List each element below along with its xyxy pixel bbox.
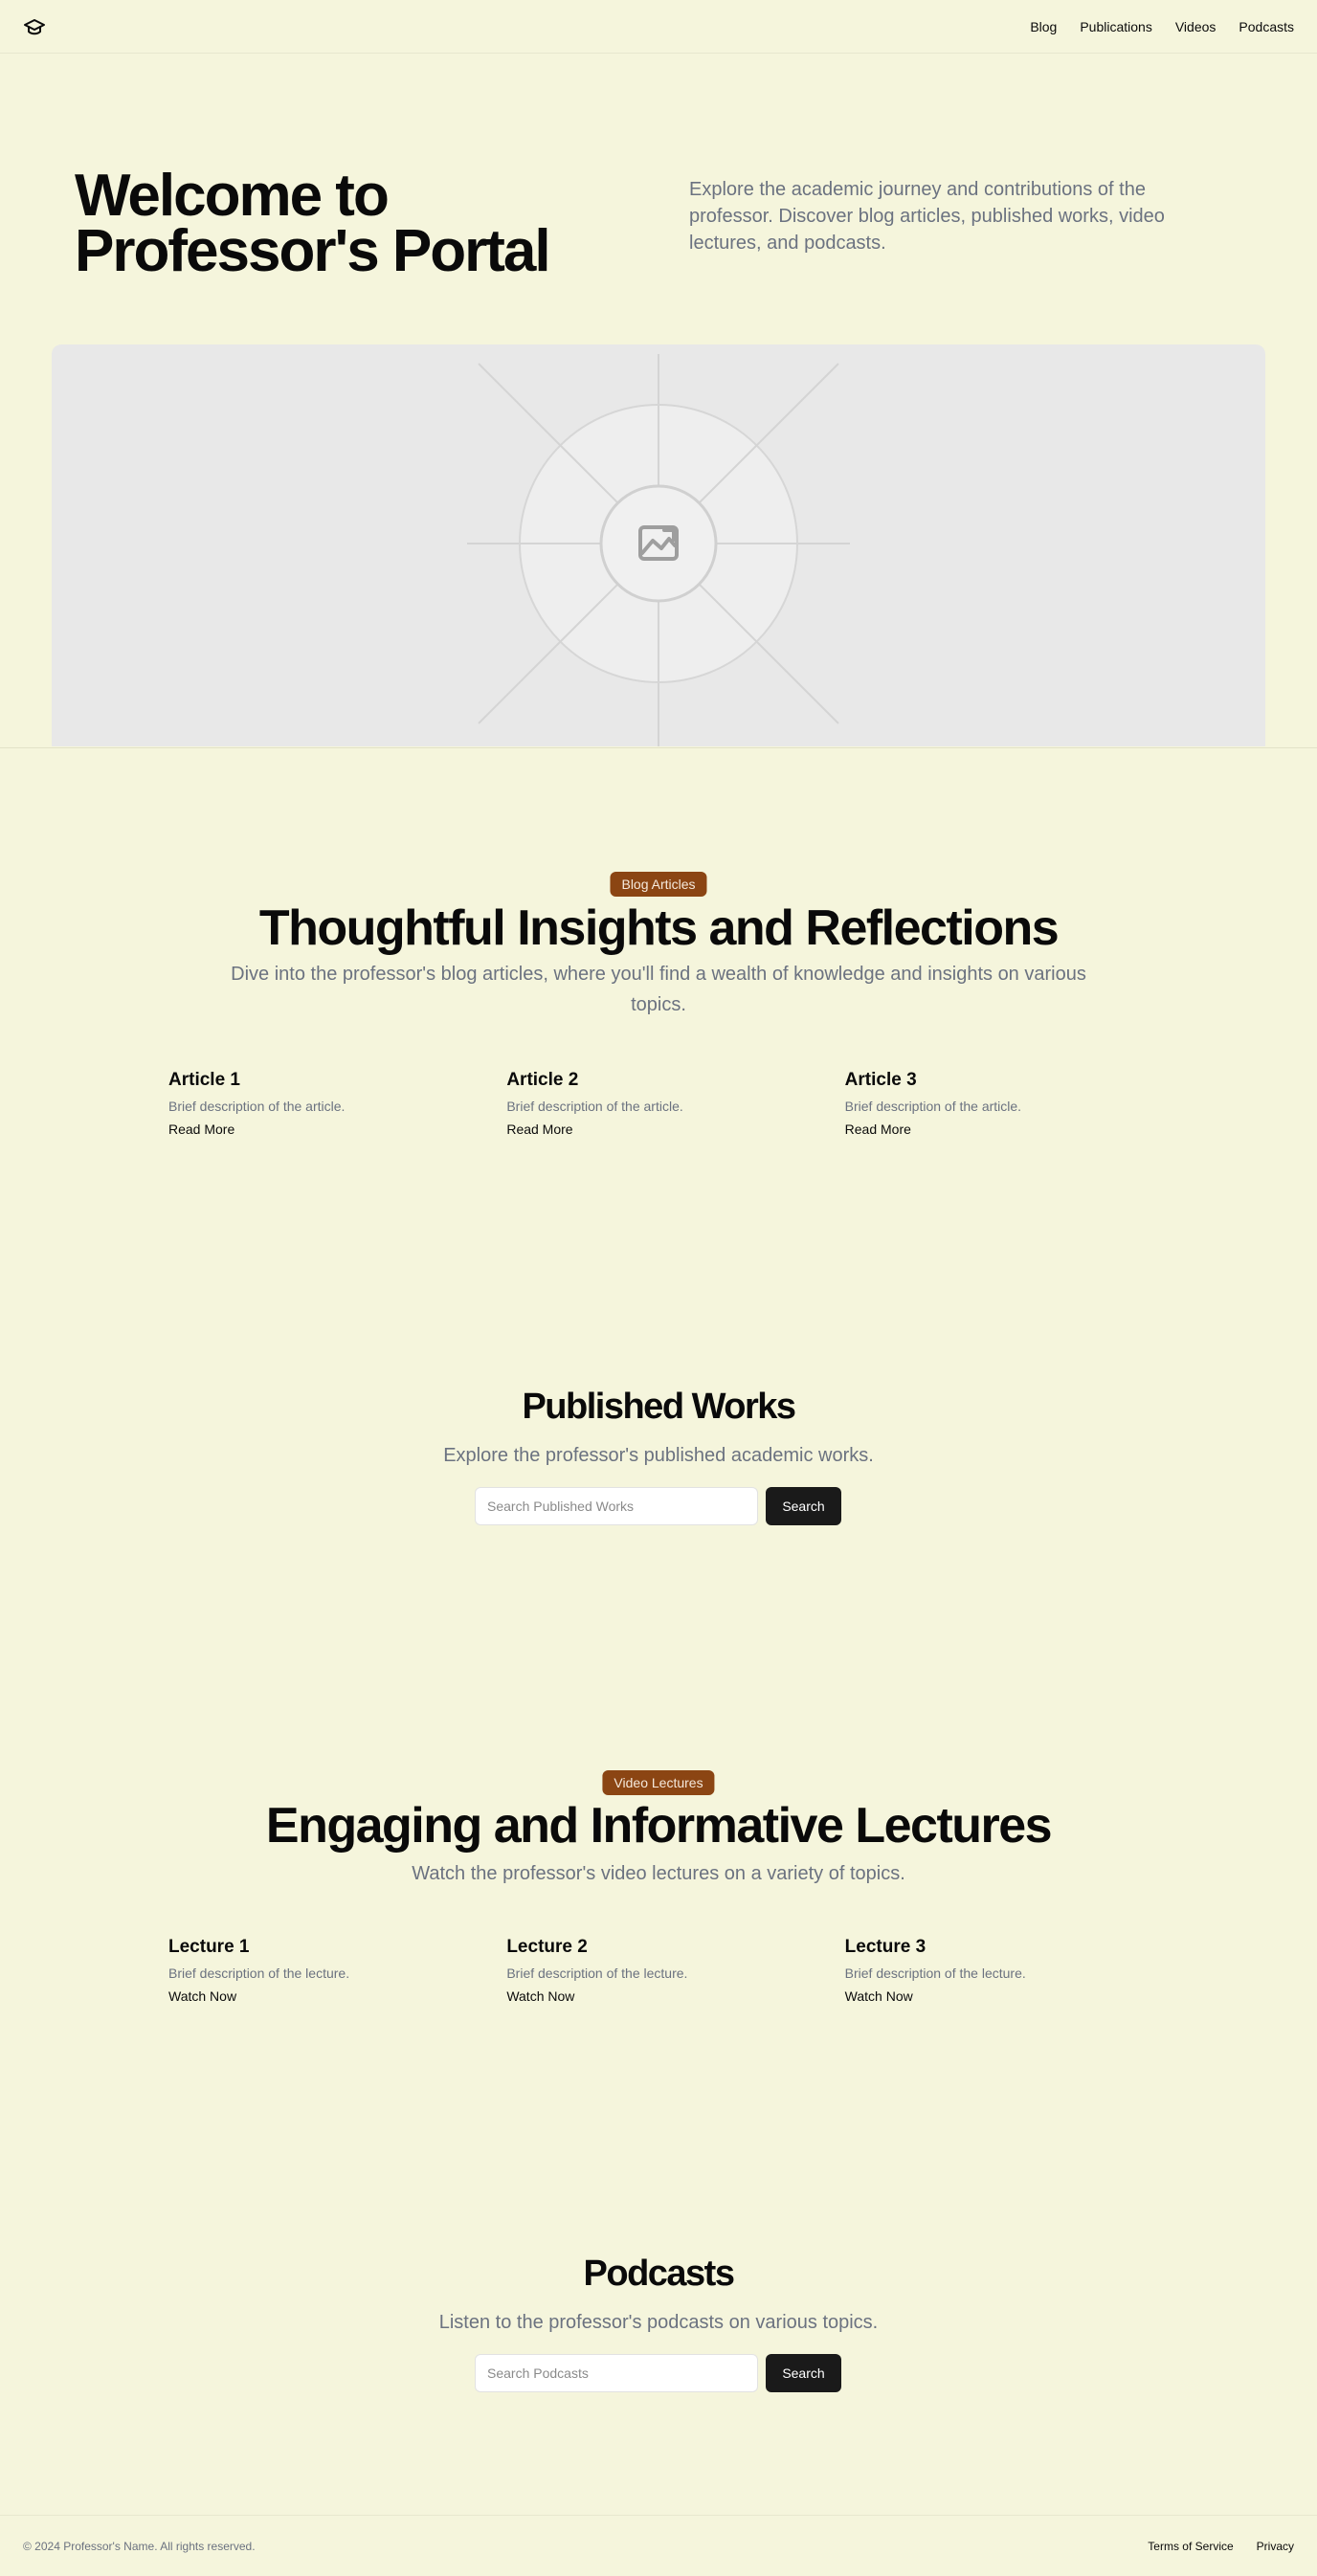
article-card: Article 1 Brief description of the artic… xyxy=(168,1070,506,1139)
article-title: Article 3 xyxy=(844,1070,917,1090)
section-divider xyxy=(0,747,1317,748)
publications-search: Search xyxy=(475,1487,841,1525)
video-lecture-list: Lecture 1 Brief description of the lectu… xyxy=(168,1937,1183,2006)
blog-subtitle: Dive into the professor's blog articles,… xyxy=(231,964,1086,1015)
lecture-title: Lecture 3 xyxy=(844,1937,926,1957)
nav-publications-link[interactable]: Publications xyxy=(1080,19,1152,34)
lecture-title: Lecture 2 xyxy=(506,1937,588,1957)
hero-subtitle: Explore the academic journey and contrib… xyxy=(689,179,1165,254)
publications-title: Published Works xyxy=(522,1387,796,1427)
lecture-description: Brief description of the lecture. xyxy=(506,1965,688,1981)
lecture-description: Brief description of the lecture. xyxy=(168,1965,350,1981)
podcasts-search-button[interactable]: Search xyxy=(766,2354,841,2392)
read-more-link[interactable]: Read More xyxy=(506,1121,572,1137)
article-title: Article 2 xyxy=(506,1070,579,1090)
publications-search-input[interactable] xyxy=(475,1487,758,1525)
videos-title: Engaging and Informative Lectures xyxy=(265,1798,1053,1854)
article-description: Brief description of the article. xyxy=(506,1099,683,1114)
podcasts-subtitle: Listen to the professor's podcasts on va… xyxy=(438,2312,879,2333)
nav-videos-link[interactable]: Videos xyxy=(1175,19,1217,34)
lecture-description: Brief description of the lecture. xyxy=(844,1965,1026,1981)
copyright-text: © 2024 Professor's Name. All rights rese… xyxy=(23,2539,256,2553)
videos-badge: Video Lectures xyxy=(602,1770,715,1795)
article-card: Article 3 Brief description of the artic… xyxy=(845,1070,1183,1139)
publications-subtitle: Explore the professor's published academ… xyxy=(443,1445,874,1466)
article-description: Brief description of the article. xyxy=(844,1099,1022,1114)
podcasts-search: Search xyxy=(475,2354,841,2392)
nav-podcasts-link[interactable]: Podcasts xyxy=(1239,19,1294,34)
blog-article-list: Article 1 Brief description of the artic… xyxy=(168,1070,1183,1139)
read-more-link[interactable]: Read More xyxy=(845,1121,911,1137)
blog-badge: Blog Articles xyxy=(610,872,707,897)
watch-now-link[interactable]: Watch Now xyxy=(168,1988,236,2004)
lecture-card: Lecture 3 Brief description of the lectu… xyxy=(845,1937,1183,2006)
lecture-card: Lecture 2 Brief description of the lectu… xyxy=(506,1937,844,2006)
site-footer: © 2024 Professor's Name. All rights rese… xyxy=(0,2515,1317,2576)
graduation-cap-icon[interactable] xyxy=(23,15,46,38)
hero-image-placeholder xyxy=(52,344,1265,746)
watch-now-link[interactable]: Watch Now xyxy=(845,1988,913,2004)
footer-links: Terms of Service Privacy xyxy=(1148,2540,1294,2553)
privacy-link[interactable]: Privacy xyxy=(1257,2540,1294,2553)
terms-of-service-link[interactable]: Terms of Service xyxy=(1148,2540,1233,2553)
podcasts-search-input[interactable] xyxy=(475,2354,758,2392)
watch-now-link[interactable]: Watch Now xyxy=(506,1988,574,2004)
hero-title: Welcome to Professor's Portal xyxy=(75,163,551,284)
lecture-title: Lecture 1 xyxy=(168,1937,250,1957)
podcasts-title: Podcasts xyxy=(583,2254,735,2294)
main-nav: Blog Publications Videos Podcasts xyxy=(1030,19,1294,34)
blog-title: Thoughtful Insights and Reflections xyxy=(258,900,1060,956)
videos-subtitle: Watch the professor's video lectures on … xyxy=(412,1863,905,1884)
article-description: Brief description of the article. xyxy=(168,1099,346,1114)
article-card: Article 2 Brief description of the artic… xyxy=(506,1070,844,1139)
image-placeholder-icon xyxy=(467,354,850,746)
site-header: Blog Publications Videos Podcasts xyxy=(0,0,1317,54)
read-more-link[interactable]: Read More xyxy=(168,1121,234,1137)
lecture-card: Lecture 1 Brief description of the lectu… xyxy=(168,1937,506,2006)
article-title: Article 1 xyxy=(168,1070,240,1090)
publications-search-button[interactable]: Search xyxy=(766,1487,841,1525)
nav-blog-link[interactable]: Blog xyxy=(1030,19,1057,34)
